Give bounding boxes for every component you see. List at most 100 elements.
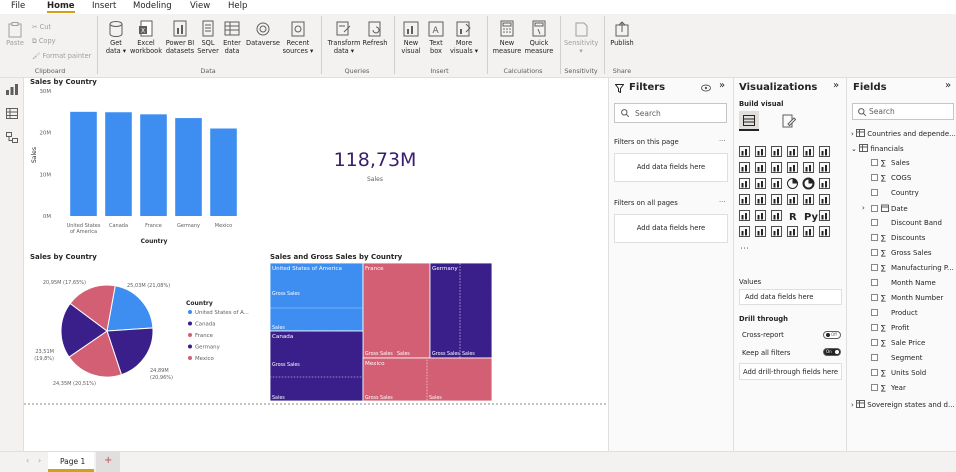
field-item[interactable]: ∑ Units Sold (871, 369, 926, 377)
multi-card-visual-icon[interactable] (803, 194, 814, 205)
field-checkbox[interactable] (871, 354, 878, 361)
more-visual-icon[interactable]: ⋯ (740, 244, 749, 254)
field-item[interactable]: ∑ Sale Price (871, 339, 925, 347)
field-checkbox[interactable] (871, 159, 878, 166)
line-cluster-visual-icon[interactable] (803, 162, 814, 173)
menu-insert[interactable]: Insert (92, 1, 116, 11)
menu-home[interactable]: Home (47, 1, 75, 13)
field-table-sovereign[interactable]: › Sovereign states and d... (851, 400, 955, 409)
paginated-visual-icon[interactable] (787, 226, 798, 237)
funnel-visual-icon[interactable] (755, 178, 766, 189)
pie-visual-icon[interactable] (787, 178, 798, 189)
refresh-button[interactable]: Refresh (362, 20, 388, 47)
values-dropzone[interactable]: Add data fields here (739, 289, 842, 305)
field-checkbox[interactable] (871, 264, 878, 271)
field-item[interactable]: ∑ Month Number (871, 294, 943, 302)
field-checkbox[interactable] (871, 234, 878, 241)
100-bar-visual-icon[interactable] (803, 146, 814, 157)
previous-page-icon[interactable]: ‹ (26, 456, 29, 465)
field-item[interactable]: › Date (862, 204, 908, 213)
filters-on-page-dropzone[interactable]: Add data fields here (614, 153, 728, 182)
filters-search-input[interactable]: Search (614, 103, 727, 123)
area-visual-icon[interactable] (755, 162, 766, 173)
stacked-bar-visual-icon[interactable] (739, 146, 750, 157)
paste-button[interactable]: Paste (4, 22, 26, 47)
ribbon-visual-icon[interactable] (819, 162, 830, 173)
field-checkbox[interactable] (871, 249, 878, 256)
keep-all-filters-toggle[interactable]: On (823, 348, 841, 356)
quick-measure-button[interactable]: Quick measure (524, 20, 554, 55)
field-checkbox[interactable] (871, 384, 878, 391)
recent-sources-button[interactable]: Recent sources ▾ (282, 20, 314, 55)
clustered-bar-visual-icon[interactable] (771, 146, 782, 157)
page-tab-1[interactable]: Page 1 (48, 452, 94, 472)
field-checkbox[interactable] (871, 174, 878, 181)
filters-all-pages-dropzone[interactable]: Add data fields here (614, 214, 728, 243)
format-painter-button[interactable]: 🖌 Format painter (32, 52, 91, 60)
treemap-tile[interactable] (269, 262, 364, 332)
field-item[interactable]: ∑ Profit (871, 324, 909, 332)
bar[interactable] (210, 128, 237, 217)
enter-data-button[interactable]: Enter data (221, 20, 243, 55)
card-visual[interactable]: 118,73M Sales (334, 149, 417, 183)
powerbi-datasets-button[interactable]: Power BI datasets (163, 20, 197, 55)
get-data-button[interactable]: Get data ▾ (102, 20, 130, 55)
decomp-tree-visual-icon[interactable] (739, 226, 750, 237)
field-item[interactable]: ∑ Manufacturing P... (871, 264, 954, 272)
field-item[interactable]: ∑ Gross Sales (871, 249, 932, 257)
collapse-filters-icon[interactable]: » (719, 80, 725, 91)
treemap-visual-icon[interactable] (819, 178, 830, 189)
next-page-icon[interactable]: › (38, 456, 41, 465)
field-table-countries[interactable]: › Countries and depende... (851, 129, 956, 138)
fields-search-input[interactable]: Search (852, 103, 954, 120)
slicer-visual-icon[interactable] (739, 210, 750, 221)
format-visual-icon[interactable] (782, 114, 796, 128)
menu-help[interactable]: Help (228, 1, 247, 11)
field-checkbox[interactable] (871, 339, 878, 346)
scatter-visual-icon[interactable] (771, 178, 782, 189)
filters-on-page-more-icon[interactable]: ... (719, 135, 725, 143)
field-item[interactable]: ∑ COGS (871, 174, 911, 182)
field-checkbox[interactable] (871, 324, 878, 331)
treemap-tile[interactable] (429, 262, 493, 359)
field-checkbox[interactable] (871, 205, 878, 212)
bar[interactable] (70, 111, 97, 216)
pie-chart[interactable]: Sales by Country 25,03M (21,08%) 24,89M(2… (30, 253, 249, 387)
kpi-visual-icon[interactable] (819, 194, 830, 205)
data-view-icon[interactable] (6, 108, 18, 119)
sql-server-button[interactable]: SQL Server (197, 20, 219, 55)
sensitivity-button[interactable]: Sensitivity ▾ (564, 20, 598, 55)
field-item[interactable]: ∑ Year (871, 384, 906, 392)
cut-button[interactable]: ✂ Cut (32, 23, 51, 31)
bar[interactable] (175, 118, 202, 216)
eye-icon[interactable] (701, 84, 711, 92)
narrative-visual-icon[interactable] (771, 226, 782, 237)
collapse-visualizations-icon[interactable]: » (833, 80, 839, 91)
pie-legend-item[interactable]: Canada (195, 322, 216, 328)
publish-button[interactable]: Publish (608, 20, 636, 47)
field-item[interactable]: Product (871, 309, 918, 317)
build-visual-tab[interactable] (739, 111, 759, 131)
bar-chart[interactable]: Sales by Country Sales Country 0M 10M 20M 3… (30, 78, 237, 245)
table-visual-icon[interactable] (755, 210, 766, 221)
pie-legend-item[interactable]: United States of A... (195, 310, 249, 316)
dataverse-button[interactable]: Dataverse (245, 20, 281, 47)
treemap-tile[interactable] (362, 262, 431, 359)
add-page-button[interactable]: + (96, 452, 120, 472)
pie-legend-item[interactable]: Mexico (195, 356, 214, 362)
line-visual-icon[interactable] (739, 162, 750, 173)
bar[interactable] (105, 112, 132, 216)
field-item[interactable]: Segment (871, 354, 923, 362)
card-visual-icon[interactable] (787, 194, 798, 205)
100-column-visual-icon[interactable] (819, 146, 830, 157)
new-measure-button[interactable]: New measure (491, 20, 523, 55)
field-checkbox[interactable] (871, 189, 878, 196)
more-visuals-button[interactable]: More visuals ▾ (448, 20, 480, 55)
cross-report-toggle[interactable]: Off (823, 331, 841, 339)
field-item[interactable]: Country (871, 189, 919, 197)
r-script-visual-icon[interactable]: R (789, 212, 797, 223)
bar[interactable] (140, 114, 167, 216)
waterfall-visual-icon[interactable] (739, 178, 750, 189)
field-item[interactable]: ∑ Sales (871, 159, 910, 167)
menu-file[interactable]: File (11, 1, 25, 11)
